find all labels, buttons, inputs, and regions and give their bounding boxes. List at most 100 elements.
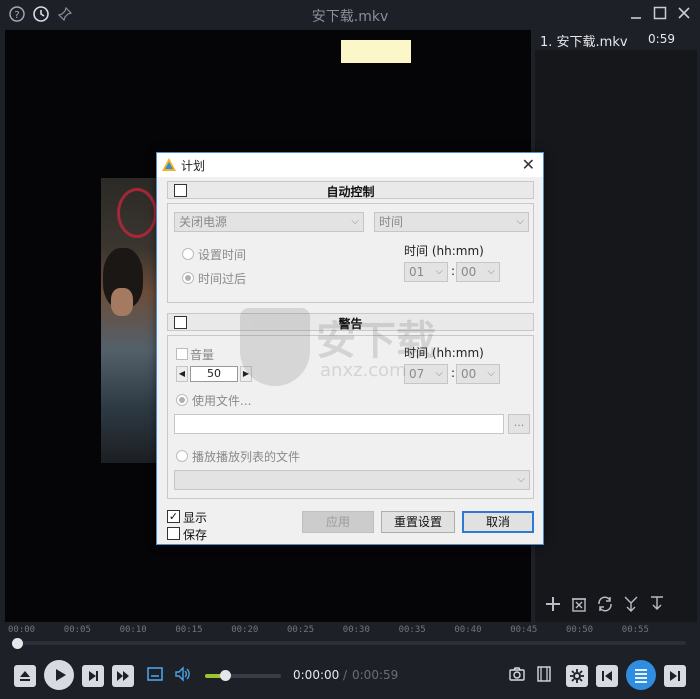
fast-forward-icon[interactable] — [112, 665, 134, 687]
chevron-down-icon: ⌵ — [435, 266, 443, 277]
playlist-toolbar — [543, 595, 693, 617]
current-time: 0:00:00 — [293, 668, 340, 682]
chevron-down-icon: ⌵ — [351, 216, 359, 227]
save-checkbox[interactable] — [167, 527, 180, 540]
set-time-label: 设置时间 — [198, 248, 247, 262]
schedule-dialog: 计划 ✕ 自动控制 关闭电源 ⌵ 时间 ⌵ 设置时间 时间过后 时间 (hh:m… — [156, 152, 544, 545]
cancel-button[interactable]: 取消 — [462, 511, 534, 533]
browse-button[interactable]: ... — [508, 414, 530, 434]
minute-select[interactable]: 00 ⌵ — [456, 262, 500, 282]
action-select[interactable]: 关闭电源 ⌵ — [174, 212, 364, 232]
subtitle-icon[interactable] — [144, 665, 166, 687]
apply-button[interactable]: 应用 — [302, 511, 374, 533]
next-icon[interactable] — [664, 665, 686, 687]
previous-icon[interactable] — [596, 665, 618, 687]
timeline-tick: 00:35 — [398, 625, 426, 635]
timeline-tick: 00:20 — [231, 625, 259, 635]
after-time-label: 时间过后 — [198, 272, 247, 286]
volume-icon[interactable] — [172, 665, 194, 687]
volume-checkbox[interactable] — [176, 348, 188, 360]
use-file-radio[interactable] — [176, 394, 188, 406]
timeline-tick: 00:40 — [454, 625, 482, 635]
alarm-title: 警告 — [338, 317, 363, 331]
app-logo-icon — [161, 157, 177, 173]
camera-icon[interactable] — [506, 665, 528, 687]
time-separator: / — [343, 668, 348, 682]
minute-value: 00 — [461, 265, 477, 279]
volume-input[interactable]: 50 — [190, 366, 238, 382]
save-label: 保存 — [183, 528, 208, 542]
after-time-radio[interactable] — [182, 272, 194, 284]
seek-bar[interactable] — [12, 641, 686, 645]
alarm-minute-select[interactable]: 00 ⌵ — [456, 364, 500, 384]
add-icon[interactable] — [543, 595, 563, 615]
reset-button[interactable]: 重置设置 — [381, 511, 455, 533]
seek-thumb[interactable] — [12, 638, 23, 649]
playlist-panel: 1. 安下载.mkv 0:59 — [535, 30, 697, 622]
auto-control-title: 自动控制 — [326, 185, 375, 199]
total-time: 0:00:59 — [352, 668, 399, 682]
playlist-file-radio[interactable] — [176, 450, 188, 462]
dialog-close-icon[interactable]: ✕ — [522, 155, 535, 174]
alarm-time-label: 时间 (hh:mm) — [404, 346, 484, 360]
volume-increase-icon[interactable]: ▶ — [240, 366, 252, 382]
repeat-icon[interactable] — [595, 595, 615, 615]
chevron-down-icon: ⌵ — [487, 368, 495, 379]
time-colon: : — [451, 264, 456, 278]
auto-control-header: 自动控制 — [167, 181, 534, 199]
eject-icon[interactable] — [14, 665, 36, 687]
title-bar: ? 安下载.mkv — [0, 0, 700, 30]
minimize-icon[interactable] — [626, 5, 646, 25]
chevron-down-icon: ⌵ — [517, 474, 525, 485]
hour-select[interactable]: 01 ⌵ — [404, 262, 448, 282]
volume-decrease-icon[interactable]: ◀ — [176, 366, 188, 382]
timeline: 00:00 00:05 00:10 00:15 00:20 00:25 00:30 00:35… — [0, 624, 700, 654]
alarm-time-colon: : — [451, 366, 456, 380]
playlist-item-duration: 0:59 — [648, 32, 675, 46]
playlist-item[interactable]: 1. 安下载.mkv 0:59 — [535, 30, 697, 50]
play-button[interactable] — [44, 660, 74, 690]
playlist-icon[interactable] — [626, 660, 656, 690]
remove-icon[interactable] — [569, 595, 589, 615]
alarm-group: 音量 ◀ 50 ▶ 时间 (hh:mm) 07 ⌵ : 00 ⌵ 使用文件...… — [167, 335, 534, 499]
mode-select-value: 时间 — [379, 215, 404, 229]
hour-value: 01 — [409, 265, 425, 279]
film-icon[interactable] — [533, 665, 555, 687]
show-checkbox[interactable]: ✓ — [167, 510, 180, 523]
timeline-tick: 00:00 — [8, 625, 36, 635]
volume-thumb[interactable] — [220, 670, 231, 681]
chevron-down-icon: ⌵ — [487, 266, 495, 277]
media-player-window: ? 安下载.mkv 1. 安下载.mkv 0:59 00:00 00:05 00… — [0, 0, 700, 699]
set-time-radio[interactable] — [182, 248, 194, 260]
use-file-label: 使用文件... — [192, 394, 252, 408]
alarm-minute-value: 00 — [461, 367, 477, 381]
playlist-item-label: 1. 安下载.mkv — [540, 35, 628, 50]
maximize-icon[interactable] — [650, 5, 670, 25]
gear-icon[interactable] — [566, 665, 588, 687]
window-title: 安下载.mkv — [311, 9, 389, 25]
chevron-down-icon: ⌵ — [516, 216, 524, 227]
timeline-tick: 00:25 — [287, 625, 315, 635]
timeline-tick: 00:45 — [510, 625, 538, 635]
video-frame — [101, 178, 157, 463]
file-path-input[interactable] — [174, 414, 504, 434]
time-label: 时间 (hh:mm) — [404, 244, 484, 258]
control-bar: 0:00:00 / 0:00:59 — [0, 654, 700, 699]
timeline-tick: 00:55 — [621, 625, 649, 635]
auto-control-group: 关闭电源 ⌵ 时间 ⌵ 设置时间 时间过后 时间 (hh:mm) 01 ⌵ : … — [167, 203, 534, 303]
sort-up-icon[interactable] — [621, 595, 641, 615]
close-icon[interactable] — [674, 5, 694, 25]
next-frame-icon[interactable] — [82, 665, 104, 687]
alarm-hour-select[interactable]: 07 ⌵ — [404, 364, 448, 384]
sort-down-icon[interactable] — [647, 595, 667, 615]
alarm-header: 警告 — [167, 313, 534, 331]
timeline-tick: 00:30 — [342, 625, 370, 635]
subtitle-box — [341, 40, 411, 63]
mode-select[interactable]: 时间 ⌵ — [374, 212, 529, 232]
timeline-tick: 00:50 — [566, 625, 594, 635]
timeline-tick: 00:05 — [63, 625, 91, 635]
show-label: 显示 — [183, 511, 208, 525]
playlist-file-label: 播放播放列表的文件 — [192, 450, 301, 464]
timeline-tick: 00:10 — [119, 625, 147, 635]
playlist-file-select[interactable]: ⌵ — [174, 470, 530, 490]
